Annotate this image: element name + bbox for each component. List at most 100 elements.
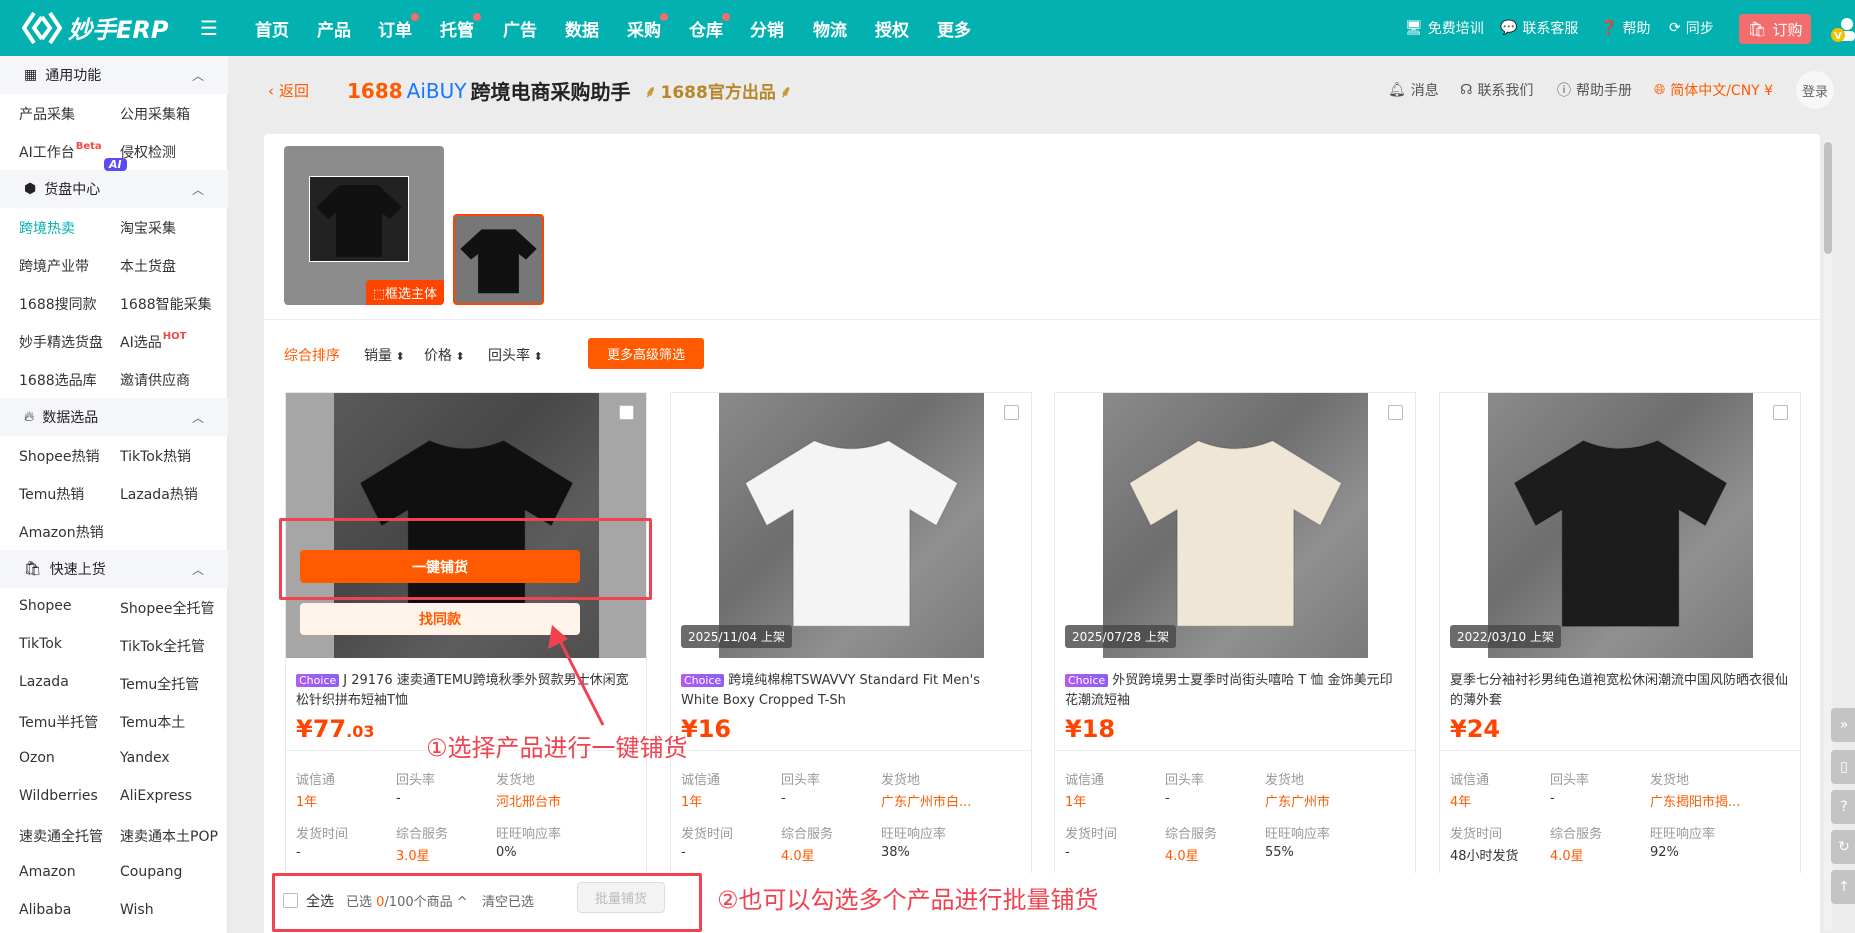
sidebar-item[interactable]: Amazon热销 [19,522,104,542]
collapse-icon[interactable]: » [1831,708,1855,742]
sidebar-section-header[interactable]: ▦ 通用功能 ︿ [0,56,228,94]
nav-item-0[interactable]: 首页 [255,16,289,41]
sidebar-item[interactable]: Lazada [19,674,69,690]
product-card[interactable]: 2025/07/28 上架 Choice 外贸跨境男士夏季时尚街头嘻哈 T 恤 金饰… [1054,392,1416,873]
sidebar-item[interactable]: Shopee [19,598,71,614]
product-checkbox[interactable] [1388,405,1403,420]
sidebar-item[interactable]: 产品采集 [19,104,75,124]
sidebar-section-header[interactable]: 🛍︎ 快速上货 ︿ [0,550,228,588]
sort-option[interactable]: 回头率 ⬍ [488,345,543,365]
sidebar-item[interactable]: 1688智能采集 [120,294,212,314]
free-training-link[interactable]: 🖥 免费培训 [1405,18,1484,38]
sidebar-item[interactable]: Ozon [19,750,55,766]
help-book-icon[interactable]: ? [1831,790,1855,824]
refresh-icon[interactable]: ↻ [1831,830,1855,864]
find-same-button[interactable]: 找同款 [300,603,580,635]
messages-link[interactable]: 🔔︎ 消息 [1388,80,1439,100]
nav-item-1[interactable]: 产品 [317,16,351,41]
product-card[interactable]: 2022/03/10 上架夏季七分袖衬衫男纯色道袍宽松休闲潮流中国风防晒衣很仙的… [1439,392,1801,873]
stat-value: 3.0星 [396,849,430,864]
sidebar-item[interactable]: 邀请供应商 [120,370,190,390]
sort-option[interactable]: 价格 ⬍ [424,345,465,365]
sidebar-item[interactable]: 1688选品库 [19,370,97,390]
scrollbar-thumb[interactable] [1824,142,1832,254]
search-image-thumbnail[interactable]: ⬚框选主体 [284,146,444,305]
sidebar-item[interactable]: AliExpress [120,788,192,804]
sidebar-item[interactable]: 跨境热卖 [19,218,75,238]
avatar[interactable]: V [1830,16,1855,44]
login-button[interactable]: 登录 [1796,71,1834,109]
menu-icon[interactable]: ☰ [200,16,218,40]
nav-item-11[interactable]: 更多 [937,16,971,41]
nav-item-2[interactable]: 订单 [378,13,419,41]
sidebar-item[interactable]: Coupang [120,864,182,880]
sidebar-item[interactable]: Wish [120,902,154,918]
logo[interactable]: 妙手ERP [22,10,168,45]
order-button[interactable]: 🛍 订购 [1739,14,1811,44]
sync-link[interactable]: ⟳ 同步 [1669,18,1714,38]
product-title[interactable]: Choice 跨境纯棉棉TSWAVVY Standard Fit Men's Wh… [681,671,1019,711]
sort-option[interactable]: 综合排序 [284,345,340,365]
product-card[interactable]: 2025/11/04 上架 Choice 跨境纯棉棉TSWAVVY Standard… [670,392,1032,873]
product-image[interactable]: 2025/07/28 上架 [1055,393,1415,658]
nav-item-5[interactable]: 数据 [565,16,599,41]
product-checkbox[interactable] [1004,405,1019,420]
product-checkbox[interactable] [1773,405,1788,420]
sidebar-section-header[interactable]: ⬢ 货盘中心 AI ︿ [0,158,228,208]
language-selector[interactable]: 🌐︎ 简体中文/CNY ¥ [1654,80,1773,100]
official-badge: 1688官方出品 [660,83,776,103]
sidebar-item[interactable]: Temu半托管 [19,712,98,732]
selection-frame[interactable] [309,176,409,262]
nav-item-6[interactable]: 采购 [627,13,668,41]
sidebar-item[interactable]: 淘宝采集 [120,218,176,238]
nav-item-3[interactable]: 托管 [440,13,481,41]
nav-item-10[interactable]: 授权 [875,16,909,41]
sidebar-item[interactable]: Amazon [19,864,76,880]
sidebar-item[interactable]: TikTok全托管 [120,636,205,656]
sidebar-item[interactable]: 1688搜同款 [19,294,97,314]
sidebar-item[interactable]: Alibaba [19,902,71,918]
sidebar-item[interactable]: Temu热销 [19,484,84,504]
sidebar-item[interactable]: 侵权检测 [120,142,176,162]
sidebar-item[interactable]: Shopee全托管 [120,598,214,618]
sidebar-item[interactable]: Yandex [120,750,170,766]
sidebar-section-header[interactable]: 🔥︎ 数据选品 ︿ [0,398,228,436]
sidebar-item[interactable]: AI工作台Beta [19,141,102,162]
product-title[interactable]: 夏季七分袖衬衫男纯色道袍宽松休闲潮流中国风防晒衣很仙的薄外套 [1450,671,1788,711]
product-checkbox[interactable] [619,405,634,420]
sort-arrows-icon: ⬍ [530,350,543,363]
sidebar-item[interactable]: Wildberries [19,788,98,804]
product-image[interactable]: 2025/11/04 上架 [671,393,1031,658]
advanced-filter-button[interactable]: 更多高级筛选 [588,338,704,369]
subject-crop-thumbnail[interactable] [453,214,544,305]
contact-us-link[interactable]: ☊ 联系我们 [1460,80,1533,100]
sidebar-item[interactable]: TikTok热销 [120,446,191,466]
mobile-icon[interactable]: ▯ [1831,750,1855,784]
sidebar-item[interactable]: TikTok [19,636,62,652]
customer-service-link[interactable]: 💬 联系客服 [1500,18,1578,38]
sidebar-item[interactable]: Temu全托管 [120,674,199,694]
sort-option[interactable]: 销量 ⬍ [364,345,405,365]
help-manual-link[interactable]: ⓘ 帮助手册 [1557,80,1632,100]
nav-item-9[interactable]: 物流 [813,16,847,41]
sidebar-item[interactable]: Shopee热销 [19,446,99,466]
sidebar-item[interactable]: 本土货盘 [120,256,176,276]
sidebar-item[interactable]: 速卖通全托管 [19,826,103,846]
sidebar-item-label: Amazon [19,864,76,880]
sidebar-item[interactable]: 妙手精选货盘 [19,332,103,352]
product-image[interactable]: 2022/03/10 上架 [1440,393,1800,658]
nav-item-4[interactable]: 广告 [503,16,537,41]
nav-item-8[interactable]: 分销 [750,16,784,41]
sidebar-item[interactable]: 速卖通本土POP [120,826,218,846]
sidebar-item[interactable]: 公用采集箱 [120,104,190,124]
product-title[interactable]: Choice 外贸跨境男士夏季时尚街头嘻哈 T 恤 金饰美元印花潮流短袖 [1065,671,1403,711]
help-link[interactable]: ❓ 帮助 [1600,18,1650,38]
sidebar-item[interactable]: AI选品HOT [120,331,186,352]
sidebar-item[interactable]: 跨境产业带 [19,256,89,276]
select-subject-button[interactable]: ⬚框选主体 [365,280,444,305]
back-link[interactable]: ‹ 返回 [268,80,309,101]
back-to-top-icon[interactable]: ↑ [1831,870,1855,904]
sidebar-item[interactable]: Lazada热销 [120,484,198,504]
nav-item-7[interactable]: 仓库 [689,13,730,41]
sidebar-item[interactable]: Temu本土 [120,712,185,732]
